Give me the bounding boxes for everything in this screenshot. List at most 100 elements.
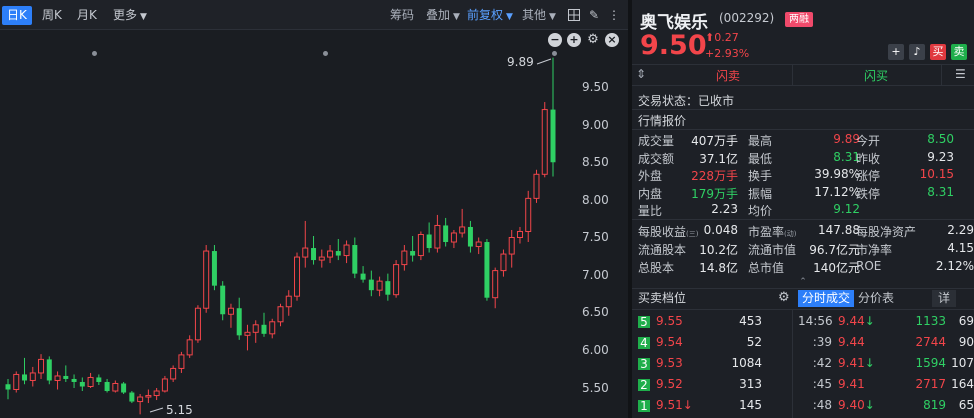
marker-dot: [92, 51, 97, 56]
candle: [368, 270, 374, 297]
tick-volume: 2717: [915, 377, 946, 391]
bell-icon[interactable]: ♪: [909, 44, 925, 60]
flash-sell-button[interactable]: 闪卖: [716, 67, 740, 84]
stock-code: (002292): [719, 11, 775, 25]
candle-body: [550, 109, 556, 163]
tick-time: 14:56: [798, 314, 833, 328]
zoom-in-icon[interactable]: +: [567, 33, 581, 47]
candle: [376, 276, 383, 297]
candle-body: [450, 232, 457, 243]
overlay-button[interactable]: 叠加 ▼: [426, 6, 460, 27]
candle: [22, 357, 28, 385]
flash-buy-button[interactable]: 闪买: [864, 67, 888, 84]
candle-body: [244, 331, 251, 336]
quote-label: 均价: [748, 204, 773, 218]
buy-button[interactable]: 买: [930, 44, 946, 60]
candle: [170, 365, 177, 382]
candle: [343, 240, 350, 264]
sell-button[interactable]: 卖: [951, 44, 967, 60]
forward-adjust-button[interactable]: 前复权 ▼: [467, 6, 513, 27]
tab-price-table[interactable]: 分价表: [854, 290, 898, 307]
candle-body: [145, 395, 152, 398]
candle-body: [79, 381, 85, 387]
fundamental-value: 10.2亿: [699, 243, 738, 257]
candle-body: [385, 281, 391, 295]
candle-body: [376, 280, 383, 291]
fundamental-value: 96.7亿元: [809, 243, 860, 257]
book-row[interactable]: 1 9.51↓ 145: [632, 397, 792, 415]
tab-month-k[interactable]: 月K: [77, 6, 97, 25]
grid-icon[interactable]: [566, 7, 582, 23]
book-price: 9.55: [656, 314, 683, 328]
fundamental-value: 0.048: [703, 223, 738, 237]
fundamental-row: 流通股本 10.2亿 流通市值 96.7亿元 市净率 4.15: [638, 241, 974, 258]
chips-button[interactable]: 筹码: [390, 6, 414, 25]
candle: [277, 303, 284, 327]
other-button[interactable]: 其他 ▼: [522, 6, 556, 27]
candle: [294, 252, 301, 301]
menu-icon[interactable]: ☰: [955, 67, 966, 81]
candle: [236, 297, 242, 340]
tick-price: 9.40↓: [838, 398, 875, 412]
divider: [632, 129, 974, 130]
candle: [121, 381, 127, 395]
fundamental-label: 流通股本: [638, 243, 687, 257]
candle-body: [541, 109, 548, 175]
book-settings-gear-icon[interactable]: ⚙: [778, 290, 790, 305]
quote-label: 今开: [856, 134, 881, 148]
expand-icon[interactable]: ⇕: [636, 67, 646, 81]
down-arrow-icon: ↓: [864, 356, 875, 370]
quote-label: 成交额: [638, 151, 675, 166]
candle-body: [220, 285, 226, 315]
candle: [211, 245, 217, 291]
fundamental-row: 总股本 14.8亿 总市值 140亿元 ROE 2.12%: [638, 259, 974, 276]
trade-status: 交易状态：已收市: [638, 94, 735, 108]
zoom-out-icon[interactable]: −: [548, 33, 562, 47]
close-icon[interactable]: ×: [605, 33, 619, 47]
candle: [475, 237, 482, 255]
tab-tick-trades[interactable]: 分时成交: [798, 290, 855, 307]
book-row[interactable]: 3 9.53 1084: [632, 355, 792, 373]
y-tick-label: 9.50: [582, 80, 609, 94]
candle-body: [261, 324, 267, 334]
quote-row: 内盘 179万手 振幅 17.12% 跌停 8.31: [638, 185, 974, 202]
book-row[interactable]: 4 9.54 52: [632, 334, 792, 352]
candle-body: [87, 376, 94, 387]
divider: [792, 310, 793, 418]
candle: [285, 290, 292, 316]
candle-body: [393, 264, 400, 296]
tab-week-k[interactable]: 周K: [42, 6, 62, 25]
flash-trade-row: ⇕ 闪卖 闪买 ☰: [632, 64, 974, 86]
fundamental-sub: (动): [784, 230, 797, 238]
quote-label: 成交量: [638, 134, 675, 148]
candle: [492, 267, 499, 309]
chevron-down-icon: ▼: [549, 12, 556, 22]
pen-icon[interactable]: ✎: [586, 7, 602, 23]
candle-body: [401, 250, 408, 266]
tab-more-label: 更多: [113, 8, 138, 22]
tick-volume: 2744: [915, 335, 946, 349]
book-volume: 145: [739, 398, 762, 412]
book-row[interactable]: 2 9.52 313: [632, 376, 792, 394]
quote-row: 成交量 407万手 最高 9.89 今开 8.50: [638, 132, 974, 149]
candle: [153, 388, 160, 401]
detail-button[interactable]: 详: [932, 290, 956, 307]
fundamental-row: 每股收益(三) 0.048 市盈率(动) 147.88 每股净资产 2.29: [638, 223, 974, 240]
candle-body: [410, 251, 416, 256]
candle: [401, 245, 408, 271]
candle-body: [492, 270, 499, 299]
candle-body: [525, 197, 532, 232]
candle-body: [203, 250, 210, 309]
add-watch-icon[interactable]: +: [888, 44, 904, 60]
more-vertical-icon[interactable]: ⋮: [606, 7, 622, 23]
candle: [112, 380, 119, 393]
settings-gear-icon[interactable]: ⚙: [586, 33, 600, 47]
down-arrow-icon: ↓: [864, 398, 875, 412]
candle-body: [236, 308, 242, 336]
book-row[interactable]: 5 9.55 453: [632, 313, 792, 331]
tab-more[interactable]: 更多 ▼: [113, 6, 147, 25]
candle-body: [327, 250, 334, 258]
tick-time: :39: [812, 335, 832, 349]
quote-value: 9.12: [833, 202, 860, 216]
tab-day-k[interactable]: 日K: [2, 6, 32, 25]
